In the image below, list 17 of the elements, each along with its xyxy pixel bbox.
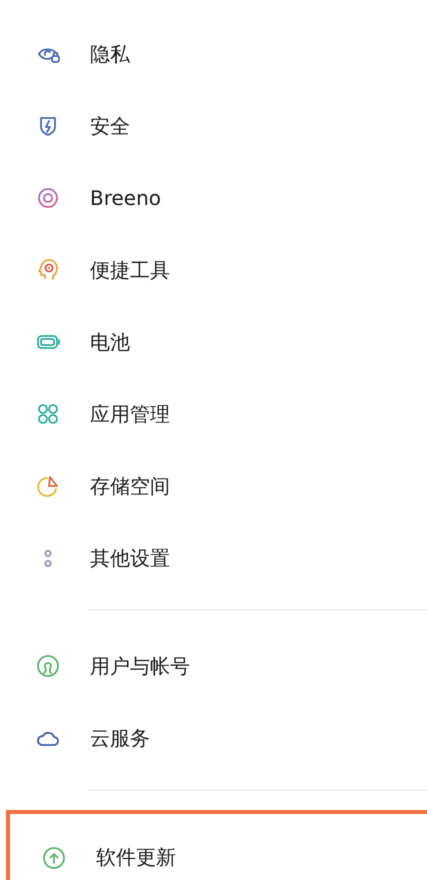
settings-item[interactable]: 隐私 (0, 18, 427, 90)
settings-item[interactable]: 应用管理 (0, 378, 427, 450)
settings-item[interactable]: 其他设置 (0, 522, 427, 594)
settings-item[interactable]: Breeno (0, 162, 427, 234)
grid-icon (36, 402, 60, 426)
settings-item[interactable]: 用户与帐号 (0, 630, 427, 702)
user-icon (36, 654, 60, 678)
pie-chart-icon (36, 474, 60, 498)
head-icon (36, 258, 60, 282)
settings-item[interactable]: 电池 (0, 306, 427, 378)
settings-item[interactable]: 存储空间 (0, 450, 427, 522)
settings-item[interactable]: 软件更新 (10, 814, 427, 880)
ring-icon (36, 186, 60, 210)
settings-item[interactable]: 安全 (0, 90, 427, 162)
settings-item[interactable]: 便捷工具 (0, 234, 427, 306)
dots-icon (44, 550, 52, 566)
settings-item[interactable]: 云服务 (0, 702, 427, 774)
